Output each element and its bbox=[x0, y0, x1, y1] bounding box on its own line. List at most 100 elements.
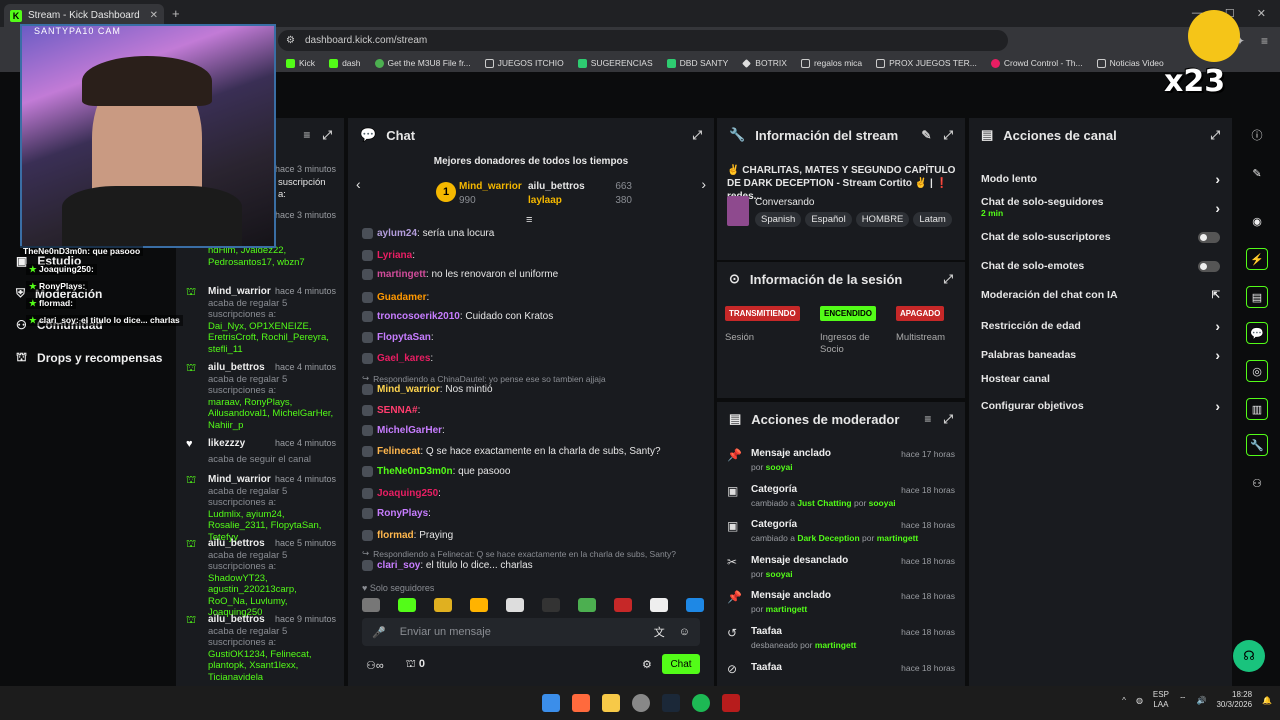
chat-username[interactable]: flormad bbox=[377, 530, 414, 541]
popout-icon[interactable]: ⤢ bbox=[943, 272, 953, 287]
close-window-icon[interactable]: ✕ bbox=[1257, 7, 1266, 20]
reply-context[interactable]: ↪ Respondiendo a Felinecat: Q se hace exa… bbox=[362, 548, 676, 559]
emote[interactable] bbox=[506, 598, 524, 612]
slow-mode-row[interactable]: Modo lento › bbox=[981, 171, 1220, 187]
brave-icon[interactable] bbox=[572, 694, 590, 712]
chat-username[interactable]: TheNe0nD3m0n bbox=[377, 466, 453, 477]
chat-message[interactable]: FlopytaSan: bbox=[362, 332, 434, 343]
emote[interactable] bbox=[398, 598, 416, 612]
emoji-icon[interactable]: ☺ bbox=[679, 626, 690, 638]
chat-username[interactable]: clari_soy bbox=[377, 560, 420, 571]
chevron-right-icon[interactable]: › bbox=[701, 176, 706, 192]
notes-icon[interactable]: ▤ bbox=[1246, 286, 1268, 308]
network-icon[interactable]: ◍ bbox=[1136, 696, 1143, 705]
donor-3[interactable]: laylaap 380 bbox=[528, 195, 632, 206]
chat-message[interactable]: RonyPlays: bbox=[362, 508, 431, 519]
points-display[interactable]: ⛫ 0 bbox=[406, 658, 425, 672]
chat-username[interactable]: Joaquing250 bbox=[377, 488, 438, 499]
steam-icon[interactable] bbox=[662, 694, 680, 712]
bookmark[interactable]: Crowd Control - Th... bbox=[990, 58, 1083, 68]
donors-toggle-icon[interactable]: ≡ bbox=[526, 214, 532, 226]
goals-row[interactable]: Configurar objetivos › bbox=[981, 398, 1220, 414]
edit-icon[interactable]: ✎ bbox=[1246, 162, 1268, 184]
chat-message[interactable]: Joaquing250: bbox=[362, 488, 441, 499]
notifications-icon[interactable]: 🔔 bbox=[1262, 696, 1272, 705]
emotes-only-toggle[interactable] bbox=[1198, 260, 1220, 272]
chat-message[interactable]: martingett: no les renovaron el uniforme bbox=[362, 269, 558, 280]
donor-2[interactable]: ailu_bettros 663 bbox=[528, 181, 632, 192]
url-text[interactable]: dashboard.kick.com/stream bbox=[305, 35, 427, 46]
emote[interactable] bbox=[650, 598, 668, 612]
tag[interactable]: HOMBRE bbox=[855, 212, 910, 227]
tag[interactable]: Español bbox=[805, 212, 852, 227]
support-button[interactable]: ☊ bbox=[1233, 640, 1265, 672]
chat-message[interactable]: MichelGarHer: bbox=[362, 425, 445, 436]
app-icon[interactable] bbox=[722, 694, 740, 712]
subscribers-only-toggle[interactable] bbox=[1198, 231, 1220, 243]
chat-message[interactable]: clari_soy: el titulo lo dice... charlas bbox=[362, 560, 533, 571]
folder-icon[interactable] bbox=[602, 694, 620, 712]
filter-icon[interactable]: ≡ bbox=[924, 412, 931, 427]
chat-username[interactable]: troncosoerik2010 bbox=[377, 311, 460, 322]
chat-message[interactable]: troncosoerik2010: Cuidado con Kratos bbox=[362, 311, 553, 322]
windows-start-icon[interactable] bbox=[542, 694, 560, 712]
banned-words-row[interactable]: Palabras baneadas › bbox=[981, 347, 1220, 363]
site-info-icon[interactable]: ⚙ bbox=[286, 35, 295, 46]
emote[interactable] bbox=[434, 598, 452, 612]
chat-username[interactable]: Guadamer bbox=[377, 292, 426, 303]
chat-username[interactable]: MichelGarHer bbox=[377, 425, 442, 436]
emote[interactable] bbox=[614, 598, 632, 612]
connections-icon[interactable]: ⚇ bbox=[1246, 472, 1268, 494]
close-tab-icon[interactable]: ✕ bbox=[150, 10, 158, 21]
filter-icon[interactable]: ≡ bbox=[303, 128, 310, 143]
chat-username[interactable]: Gael_kares bbox=[377, 353, 430, 364]
chat-username[interactable]: Lyriana bbox=[377, 250, 412, 261]
camera-icon[interactable]: ◉ bbox=[1246, 210, 1268, 232]
menu-icon[interactable]: ≡ bbox=[1261, 34, 1268, 48]
sidebar-item-drops[interactable]: ⛫ Drops y recompensas bbox=[16, 350, 162, 366]
chat-username[interactable]: martingett bbox=[377, 269, 426, 280]
followers-only-row[interactable]: Chat de solo-seguidores 2 min › bbox=[981, 196, 1220, 218]
bookmark[interactable]: Kick bbox=[286, 58, 315, 68]
bookmark[interactable]: Get the M3U8 File fr... bbox=[374, 58, 471, 68]
chat-message[interactable]: aylum24: sería una locura bbox=[362, 228, 494, 239]
chat-message[interactable]: flormad: Praying bbox=[362, 530, 453, 541]
volume-icon[interactable]: 🔊 bbox=[1196, 696, 1206, 705]
language-indicator[interactable]: ESP LAA bbox=[1153, 690, 1169, 710]
bookmark[interactable]: Noticias Video bbox=[1096, 58, 1164, 68]
bookmark[interactable]: SUGERENCIAS bbox=[577, 58, 653, 68]
clock[interactable]: 18:28 30/3/2026 bbox=[1216, 690, 1252, 710]
chat-bubble-icon[interactable]: 💬 bbox=[1246, 322, 1268, 344]
emote[interactable] bbox=[578, 598, 596, 612]
donor-1[interactable]: Mind_warrior 990 bbox=[459, 181, 522, 206]
popout-icon[interactable]: ⤢ bbox=[1210, 128, 1220, 143]
chat-username[interactable]: FlopytaSan bbox=[377, 332, 431, 343]
chat-username[interactable]: SENNA# bbox=[377, 405, 418, 416]
layout-icon[interactable]: ▥ bbox=[1246, 398, 1268, 420]
wrench-icon[interactable]: 🔧 bbox=[1246, 434, 1268, 456]
emote[interactable] bbox=[686, 598, 704, 612]
send-chat-button[interactable]: Chat bbox=[662, 654, 700, 674]
wifi-icon[interactable]: ⌔ bbox=[1179, 695, 1187, 705]
bookmark[interactable]: JUEGOS ITCHIO bbox=[484, 58, 564, 68]
chat-message[interactable]: Mind_warrior: Nos mintió bbox=[362, 384, 493, 395]
edit-icon[interactable]: ✎ bbox=[921, 128, 931, 143]
translate-icon[interactable]: 文 bbox=[654, 624, 665, 640]
emote[interactable] bbox=[470, 598, 488, 612]
reply-context[interactable]: ↪ Respondiendo a ChinaDautel: yo pense es… bbox=[362, 373, 606, 384]
infinity-icon[interactable]: ⚇∞ bbox=[366, 659, 384, 672]
emote[interactable] bbox=[362, 598, 380, 612]
info-icon[interactable]: ⓘ bbox=[1246, 124, 1268, 146]
chat-input[interactable]: 🎤 Enviar un mensaje 文 ☺ bbox=[362, 618, 700, 646]
new-tab-icon[interactable]: + bbox=[172, 6, 180, 21]
chat-username[interactable]: Felinecat bbox=[377, 446, 420, 457]
ai-moderation-row[interactable]: Moderación del chat con IA ⇱ bbox=[981, 289, 1220, 301]
chat-message[interactable]: Gael_kares: bbox=[362, 353, 433, 364]
chat-message[interactable]: SENNA#: bbox=[362, 405, 420, 416]
bookmark[interactable]: regalos mica bbox=[800, 58, 862, 68]
obs-icon[interactable] bbox=[632, 694, 650, 712]
bookmark[interactable]: BOTRIX bbox=[742, 58, 787, 68]
popout-icon[interactable]: ⤢ bbox=[692, 128, 702, 143]
age-restriction-row[interactable]: Restricción de edad › bbox=[981, 318, 1220, 334]
url-box[interactable]: ⚙ dashboard.kick.com/stream bbox=[278, 30, 1008, 51]
